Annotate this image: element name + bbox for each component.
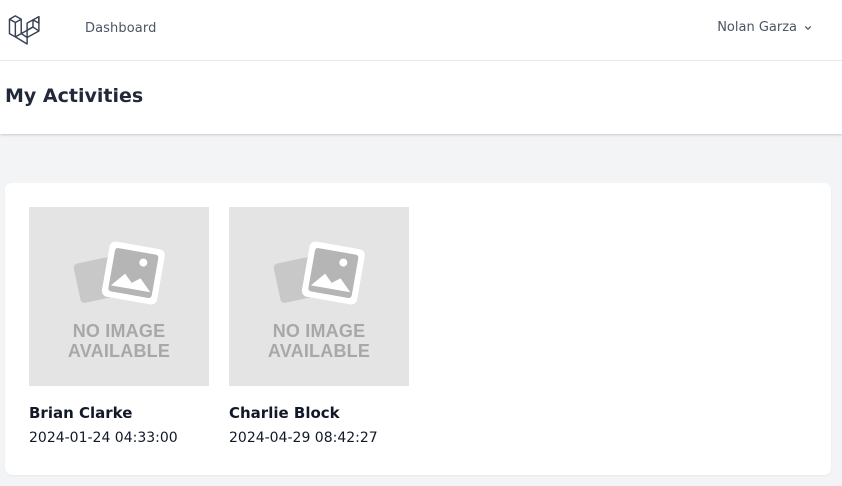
activity-timestamp: 2024-01-24 04:33:00 (29, 430, 178, 446)
activity-item[interactable]: NO IMAGE AVAILABLE Brian Clarke 2024-01-… (29, 207, 209, 447)
page-header: My Activities (0, 61, 842, 134)
no-image-placeholder-icon (73, 241, 165, 305)
top-navigation: Dashboard Nolan Garza (0, 0, 842, 61)
activity-timestamp: 2024-04-29 08:42:27 (229, 430, 378, 446)
no-image-text-line2: AVAILABLE (267, 341, 371, 361)
user-menu-trigger[interactable]: Nolan Garza (717, 20, 815, 35)
activity-image[interactable]: NO IMAGE AVAILABLE (29, 207, 209, 386)
no-image-text: NO IMAGE AVAILABLE (68, 321, 170, 361)
activity-name: Charlie Block (229, 404, 340, 422)
activity-image[interactable]: NO IMAGE AVAILABLE (229, 207, 409, 386)
user-name: Nolan Garza (717, 20, 797, 35)
laravel-logo-icon (8, 15, 40, 45)
chevron-down-icon (801, 21, 815, 35)
activity-item[interactable]: NO IMAGE AVAILABLE Charlie Block 2024-04… (229, 207, 409, 447)
activities-card: NO IMAGE AVAILABLE Brian Clarke 2024-01-… (5, 183, 831, 475)
no-image-text-line1: NO IMAGE (72, 321, 166, 341)
no-image-text-line2: AVAILABLE (67, 341, 171, 361)
no-image-placeholder-icon (273, 241, 365, 305)
no-image-text: NO IMAGE AVAILABLE (268, 321, 370, 361)
page-title: My Activities (5, 85, 144, 107)
activity-name: Brian Clarke (29, 404, 133, 422)
app-logo[interactable] (8, 12, 41, 46)
nav-link-dashboard[interactable]: Dashboard (85, 21, 156, 36)
no-image-text-line1: NO IMAGE (272, 321, 366, 341)
